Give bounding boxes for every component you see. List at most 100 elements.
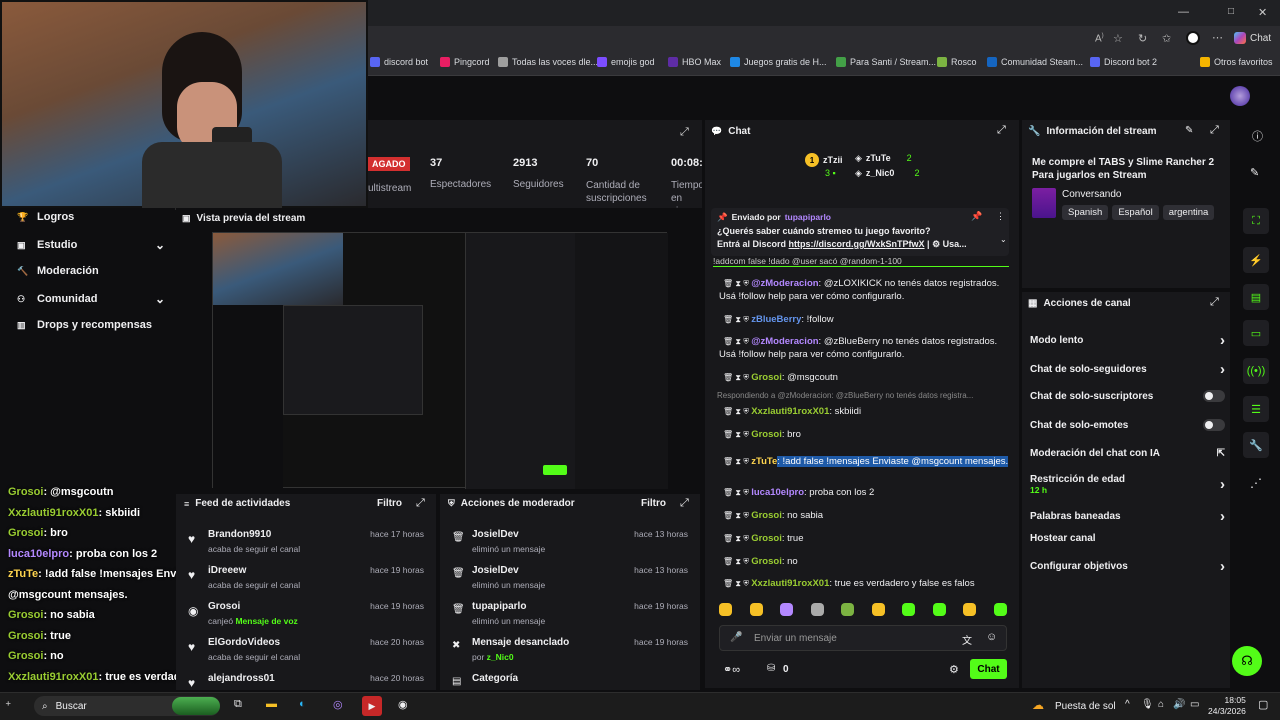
trash-icon[interactable]: 🗑 — [723, 430, 735, 439]
microphone-icon[interactable]: 🎤 — [730, 632, 742, 643]
chat-input[interactable]: 🎤 Enviar un mensaje 文 ☺ — [719, 625, 1007, 651]
toggle-switch[interactable] — [1203, 390, 1225, 402]
streaminfo-expand-icon[interactable]: ⤢ — [1210, 124, 1219, 137]
chat-message[interactable]: 🗑 ⧗ ⛨ Grosoi: no — [719, 555, 1009, 568]
trash-icon[interactable]: 🗑 — [723, 557, 735, 566]
activity-row[interactable]: ♥ Brandon9910 hace 17 horas acaba de seguir… — [176, 524, 434, 560]
chat-message[interactable]: 🗑 ⧗ ⛨ @zModeracion: @zLOXIKICK no tenés … — [719, 277, 1009, 303]
chat-message[interactable]: 🗑 ⧗ ⛨ Grosoi: @msgcoutn — [719, 371, 1009, 384]
copilot-chat-button[interactable]: Chat — [1234, 32, 1271, 44]
refresh-icon[interactable]: ↻ — [1138, 32, 1147, 45]
rail-chat-button[interactable]: ▭ — [1243, 320, 1269, 346]
close-button[interactable]: ✕ — [1258, 6, 1267, 19]
unpin-icon[interactable]: 📌 — [971, 211, 982, 222]
expand-icon[interactable]: ⤢ — [680, 126, 689, 139]
modactions-expand-icon[interactable]: ⤢ — [680, 497, 689, 510]
external-link-icon[interactable]: ⇱ — [1217, 448, 1225, 459]
edge-icon[interactable]: ◐ — [299, 698, 306, 710]
bookmark-item[interactable]: Juegos gratis de H... — [730, 57, 827, 67]
notification-icon[interactable]: ▢ — [1258, 698, 1268, 711]
emote-icon[interactable] — [932, 603, 946, 616]
help-button[interactable]: ☊ — [1232, 646, 1262, 676]
read-aloud-icon[interactable]: A) — [1095, 33, 1104, 44]
sidebar-item-0[interactable]: 🏆 Logros — [17, 211, 165, 223]
chevron-right-icon[interactable]: › — [1220, 476, 1225, 493]
leaderboard-third[interactable]: ◈ z_Nic0 2 — [855, 168, 919, 179]
emote-icon[interactable] — [780, 603, 794, 616]
rail-screen-button[interactable]: ⛶ — [1243, 208, 1269, 234]
channel-action-row[interactable]: Chat de solo-suscriptores — [1030, 390, 1225, 402]
activity-expand-icon[interactable]: ⤢ — [416, 497, 425, 510]
pinned-message[interactable]: 📌 Enviado por tupapiparlo 📌 ⋮ ¿Querés sabe… — [711, 208, 1009, 256]
channel-action-row[interactable]: Chat de solo-emotes — [1030, 419, 1225, 431]
chat-message[interactable]: 🗑 ⧗ ⛨ luca10elpro: proba con los 2 — [719, 486, 1009, 499]
channel-action-row[interactable]: Moderación del chat con IA ⇱ — [1030, 448, 1225, 459]
trash-icon[interactable]: 🗑 — [723, 315, 735, 324]
wallet-icon[interactable]: ⚭∞ — [723, 663, 740, 676]
trash-icon[interactable]: 🗑 — [723, 279, 735, 288]
network-icon[interactable]: ⌂ — [1158, 699, 1164, 710]
stream-preview-video[interactable] — [212, 232, 668, 489]
modaction-row[interactable]: 🗑 JosielDev hace 13 horas eliminó un mensaj… — [440, 560, 698, 596]
chat-message[interactable]: 🗑 ⧗ ⛨ Xxzlauti91roxX01: true es verdader… — [719, 577, 1009, 590]
pinned-more-icon[interactable]: ⋮ — [996, 211, 1005, 222]
modaction-row[interactable]: 🗑 tupapiparlo hace 19 horas eliminó un mens… — [440, 596, 698, 632]
tag-chip[interactable]: Español — [1112, 205, 1159, 220]
bookmark-item[interactable]: Otros favoritos — [1200, 57, 1273, 67]
info-icon[interactable]: ⓘ — [1252, 128, 1263, 144]
channel-action-row[interactable]: Modo lento › — [1030, 332, 1225, 349]
chat-message[interactable]: 🗑 ⧗ ⛨ zTuTe: !add false !mensajes Envias… — [719, 455, 1009, 468]
share-icon[interactable]: ⋰ — [1250, 476, 1262, 490]
clock[interactable]: 18:05 24/3/2026 — [1208, 695, 1246, 717]
chat-message[interactable]: 🗑 ⧗ ⛨ zBlueBerry: !follow — [719, 313, 1009, 326]
chevron-right-icon[interactable]: › — [1220, 508, 1225, 525]
bookmark-item[interactable]: Rosco — [937, 57, 977, 67]
rail-bolt-button[interactable]: ⚡ — [1243, 247, 1269, 273]
rail-broadcast-button[interactable]: ((•)) — [1243, 358, 1269, 384]
emote-icon[interactable] — [719, 603, 732, 616]
trash-icon[interactable]: 🗑 — [723, 579, 735, 588]
favorite-icon[interactable]: ☆ — [1113, 32, 1123, 45]
chat-message[interactable]: 🗑 ⧗ ⛨ Grosoi: true — [719, 532, 1009, 545]
activity-row[interactable]: ◉ Grosoi hace 19 horas canjeó Mensaje de vo… — [176, 596, 434, 632]
bookmark-item[interactable]: Para Santi / Stream... — [836, 57, 936, 67]
rail-doc-button[interactable]: ▤ — [1243, 284, 1269, 310]
sidebar-item-4[interactable]: ▥ Drops y recompensas — [17, 319, 165, 331]
rail-tools-button[interactable]: 🔧 — [1243, 432, 1269, 458]
maximize-button[interactable]: □ — [1228, 6, 1234, 17]
profile-avatar[interactable] — [1186, 31, 1200, 45]
translate-icon[interactable]: 文 — [962, 632, 972, 647]
bookmark-item[interactable]: Pingcord — [440, 57, 490, 67]
trash-icon[interactable]: 🗑 — [723, 488, 735, 497]
trash-icon[interactable]: 🗑 — [723, 373, 735, 382]
channel-action-row[interactable]: Restricción de edad 12 h › — [1030, 474, 1225, 495]
chat-message[interactable]: 🗑 ⧗ ⛨ Grosoi: no sabia — [719, 509, 1009, 522]
sidebar-item-3[interactable]: ⚇ Comunidad ⌄ — [17, 292, 165, 306]
tag-chip[interactable]: Spanish — [1062, 205, 1109, 220]
channel-action-row[interactable]: Chat de solo-seguidores › — [1030, 361, 1225, 378]
leaderboard-second[interactable]: ◈ zTuTe 2 — [855, 153, 912, 164]
emote-icon[interactable] — [810, 603, 824, 616]
bookmark-item[interactable]: discord bot — [370, 57, 428, 67]
bookmark-item[interactable]: emojis god — [597, 57, 655, 67]
chevron-down-icon[interactable]: ⌄ — [155, 292, 165, 306]
emoji-icon[interactable]: ☺ — [986, 631, 997, 643]
emote-icon[interactable] — [902, 603, 916, 616]
chevron-right-icon[interactable]: › — [1220, 332, 1225, 349]
start-button[interactable]: ᚐ — [6, 698, 10, 709]
modaction-row[interactable]: 🗑 JosielDev hace 13 horas eliminó un mensaj… — [440, 524, 698, 560]
channel-action-row[interactable]: Hostear canal — [1030, 533, 1225, 544]
trash-icon[interactable]: 🗑 — [723, 534, 735, 543]
activity-filter-button[interactable]: Filtro — [377, 498, 402, 509]
chat-message[interactable]: 🗑 ⧗ ⛨ @zModeracion: @zBlueBerry no tenés… — [719, 335, 1009, 361]
battery-icon[interactable]: ▭ — [1190, 699, 1199, 710]
chrome-icon[interactable]: ◎ — [333, 698, 343, 711]
toggle-switch[interactable] — [1203, 419, 1225, 431]
rail-list-button[interactable]: ☰ — [1243, 396, 1269, 422]
bookmark-item[interactable]: HBO Max — [668, 57, 721, 67]
chevron-down-icon[interactable]: ⌄ — [155, 238, 165, 252]
emote-icon[interactable] — [963, 603, 977, 616]
chat-settings-icon[interactable]: ⚙ — [949, 663, 959, 676]
more-menu-icon[interactable]: ⋯ — [1212, 31, 1223, 44]
chevron-down-icon[interactable]: ⌄ — [1000, 235, 1007, 244]
